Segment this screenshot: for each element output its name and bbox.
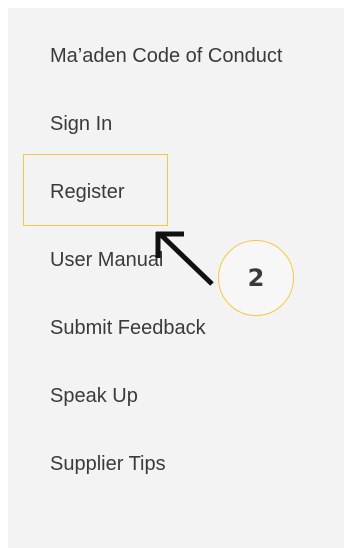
step-number-badge: 2	[218, 240, 294, 316]
menu-item-user-manual[interactable]: User Manual	[50, 248, 163, 272]
menu-item-speak-up[interactable]: Speak Up	[50, 384, 138, 408]
menu-item-submit-feedback[interactable]: Submit Feedback	[50, 316, 206, 340]
menu-item-supplier-tips[interactable]: Supplier Tips	[50, 452, 166, 476]
menu-item-sign-in[interactable]: Sign In	[50, 112, 112, 136]
step-number-text: 2	[247, 264, 265, 292]
menu-item-code-of-conduct[interactable]: Ma’aden Code of Conduct	[50, 44, 282, 68]
menu-item-register[interactable]: Register	[50, 180, 124, 204]
